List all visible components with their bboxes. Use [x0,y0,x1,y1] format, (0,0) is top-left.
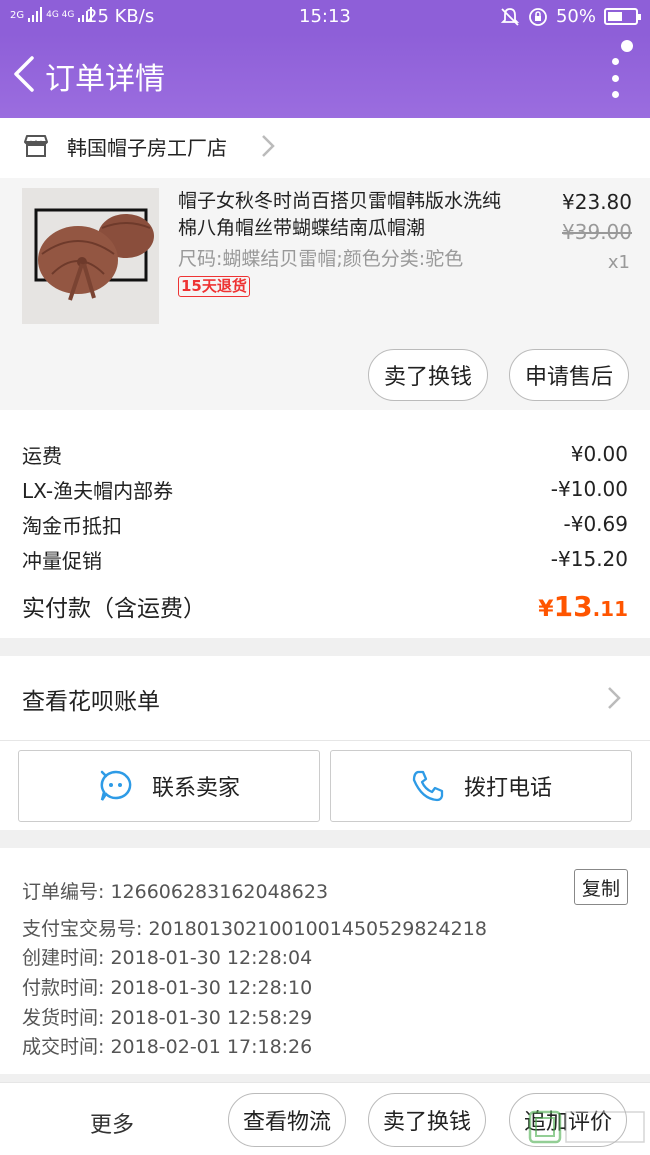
fee-value: -¥0.69 [563,512,628,536]
chat-bubble-icon [100,770,132,801]
huabei-label: 查看花呗账单 [22,689,160,715]
total-decimal: .11 [592,596,628,621]
mute-bell-icon [500,7,520,26]
shipped-time: 发货时间: 2018-01-30 12:58:29 [22,1007,313,1029]
rotation-lock-icon [529,7,547,26]
shop-name: 韩国帽子房工厂店 [67,136,227,160]
alipay-trade-number: 支付宝交易号: 2018013021001001450529824218 [22,918,487,940]
contact-seller-label: 联系卖家 [151,776,240,801]
sell-for-cash-button[interactable]: 卖了换钱 [368,1093,486,1147]
fee-label: LX-渔夫帽内部券 [22,478,174,503]
chevron-right-icon [608,687,621,709]
huabei-bill-row[interactable]: 查看花呗账单 [0,656,650,740]
order-number: 订单编号: 1266062831620486​23 [22,881,329,903]
signal-label-4g: 4G 4G [46,10,75,20]
fee-row: 冲量促销 -¥15.20 [22,544,628,574]
status-bar: 2G 4G 4G 25 KB/s 15:13 50% [0,0,650,34]
total-row: 实付款（含运费） ¥13.11 [22,586,628,626]
total-currency: ¥ [538,596,554,622]
more-button[interactable]: 更多 [90,1107,134,1139]
product-original-price: ¥39.00 [562,220,632,244]
signal-icon [28,7,43,22]
status-right: 50% [500,6,641,27]
total-integer: 13 [553,589,593,623]
fee-value: ¥0.00 [570,442,628,466]
fee-row: 淘金币抵扣 -¥0.69 [22,509,628,539]
signal-label-2g: 2G [10,9,25,21]
fee-row: LX-渔夫帽内部券 -¥10.00 [22,474,628,504]
shop-icon [24,135,48,157]
fee-value: -¥15.20 [550,547,628,571]
watermark-logo [528,1110,645,1144]
created-time: 创建时间: 2018-01-30 12:28:04 [22,947,313,969]
fee-value: -¥10.00 [550,477,628,501]
nav-bar: 订单详情 [0,34,650,118]
more-menu-icon[interactable] [610,58,620,98]
phone-icon [412,770,444,802]
page-title: 订单详情 [45,62,165,97]
after-sale-button[interactable]: 申请售后 [509,349,629,401]
product-price: ¥23.80 [562,190,632,214]
product-spec: 尺码:蝴蝶结贝雷帽;颜色分类:驼色 [178,248,464,270]
call-phone-label: 拨打电话 [463,776,552,801]
fee-label: 淘金币抵扣 [22,513,122,538]
order-info: 订单编号: 1266062831620486​23 复制 支付宝交易号: 201… [0,848,650,1074]
fee-label: 冲量促销 [22,548,102,573]
view-logistics-button[interactable]: 查看物流 [228,1093,346,1147]
fee-breakdown: 运费 ¥0.00 LX-渔夫帽内部券 -¥10.00 淘金币抵扣 -¥0.69 … [0,410,650,638]
product-thumbnail[interactable] [22,188,159,324]
product-title[interactable]: 帽子女秋冬时尚百搭贝雷帽韩版水洗纯棉八角帽丝带蝴蝶结南瓜帽潮 [178,188,508,242]
total-label: 实付款（含运费） [22,596,206,622]
sell-button[interactable]: 卖了换钱 [368,349,488,401]
chevron-right-icon [262,135,275,157]
total-amount: ¥13.11 [538,590,628,623]
signal-indicators: 2G 4G 4G [10,7,93,23]
clock: 15:13 [299,6,351,27]
battery-percent: 50% [555,6,596,27]
completed-time: 成交时间: 2018-02-01 17:18:26 [22,1036,313,1058]
copy-button[interactable]: 复制 [574,869,628,905]
return-badge: 15天退货 [178,276,250,297]
notification-dot [621,40,633,52]
contact-seller-button[interactable]: 联系卖家 [18,750,320,822]
product-card[interactable]: 帽子女秋冬时尚百搭贝雷帽韩版水洗纯棉八角帽丝带蝴蝶结南瓜帽潮 尺码:蝴蝶结贝雷帽… [0,178,650,410]
paid-time: 付款时间: 2018-01-30 12:28:10 [22,977,313,999]
net-speed: 25 KB/s [86,6,155,27]
contact-section: 联系卖家 拨打电话 [0,740,650,830]
fee-label: 运费 [22,443,62,468]
call-phone-button[interactable]: 拨打电话 [330,750,632,822]
battery-icon [604,8,641,25]
back-arrow-icon[interactable] [10,54,40,94]
product-quantity: x1 [607,252,630,273]
shop-row[interactable]: 韩国帽子房工厂店 [0,118,650,178]
beret-image [22,188,159,324]
fee-row: 运费 ¥0.00 [22,439,628,469]
